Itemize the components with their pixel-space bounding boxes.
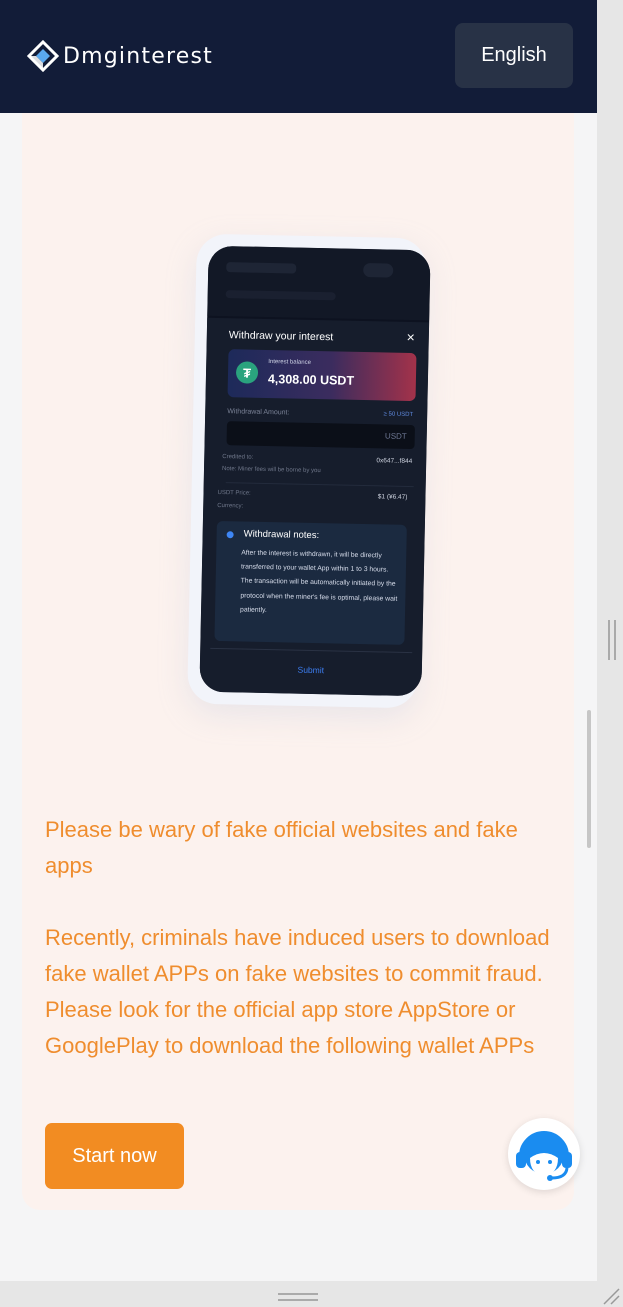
brand-name: Dmginterest	[63, 43, 213, 69]
vertical-resize-grip[interactable]	[608, 620, 617, 660]
tether-icon: ₮	[235, 361, 259, 384]
withdrawal-notes-box: Withdrawal notes: After the interest is …	[214, 520, 407, 645]
currency-label: Currency:	[217, 502, 244, 510]
language-button[interactable]: English	[455, 23, 573, 88]
usdt-price-label: USDT Price:	[217, 489, 251, 497]
amount-unit: USDT	[384, 431, 407, 441]
warning-body: Recently, criminals have induced users t…	[45, 925, 550, 1058]
amount-field: USDT	[226, 421, 415, 450]
close-icon: ×	[406, 328, 415, 346]
blurred-badge	[363, 262, 394, 278]
credited-to-label: Credited to:	[222, 454, 254, 461]
blurred-text	[225, 290, 336, 301]
start-now-button[interactable]: Start now	[45, 1123, 184, 1189]
credited-to-value: 0x647...f844	[376, 457, 413, 466]
warning-title: Please be wary of fake official websites…	[45, 817, 518, 878]
modal-title: Withdraw your interest	[228, 329, 334, 344]
resize-corner-icon[interactable]	[602, 1287, 620, 1305]
submit-button-mock: Submit	[297, 664, 325, 676]
notes-title: Withdrawal notes:	[243, 528, 320, 542]
blurred-text	[226, 262, 297, 274]
phone-app-header-blurred	[207, 245, 431, 321]
usdt-price-value: $1 (¥6.47)	[377, 493, 408, 501]
divider	[210, 647, 413, 654]
customer-support-headset-icon	[516, 1131, 572, 1181]
divider	[225, 482, 414, 488]
balance-value: 4,308.00 USDT	[267, 371, 355, 388]
phone-mockup: Withdraw your interest × ₮ Interest bala…	[199, 245, 431, 697]
page-viewport: Dmginterest English Withdraw your intere…	[0, 0, 597, 1281]
brand-logo[interactable]: Dmginterest	[27, 40, 213, 72]
interest-balance-card: ₮ Interest balance 4,308.00 USDT	[227, 349, 417, 402]
top-header: Dmginterest English	[0, 0, 597, 113]
content-scrollbar[interactable]	[587, 710, 591, 848]
withdraw-modal: Withdraw your interest × ₮ Interest bala…	[199, 317, 430, 697]
miner-fee-note: Note: Miner fees will be borne by you	[221, 466, 321, 475]
info-icon	[226, 531, 234, 539]
horizontal-resize-grip[interactable]	[278, 1293, 318, 1302]
dmginterest-logo-icon	[27, 40, 59, 72]
withdrawal-amount-label: Withdrawal Amount:	[227, 408, 290, 417]
customer-support-button[interactable]	[508, 1118, 580, 1190]
balance-label: Interest balance	[268, 358, 312, 366]
notes-body: After the interest is withdrawn, it will…	[240, 549, 398, 614]
withdrawal-min: ≥ 50 USDT	[383, 411, 414, 419]
